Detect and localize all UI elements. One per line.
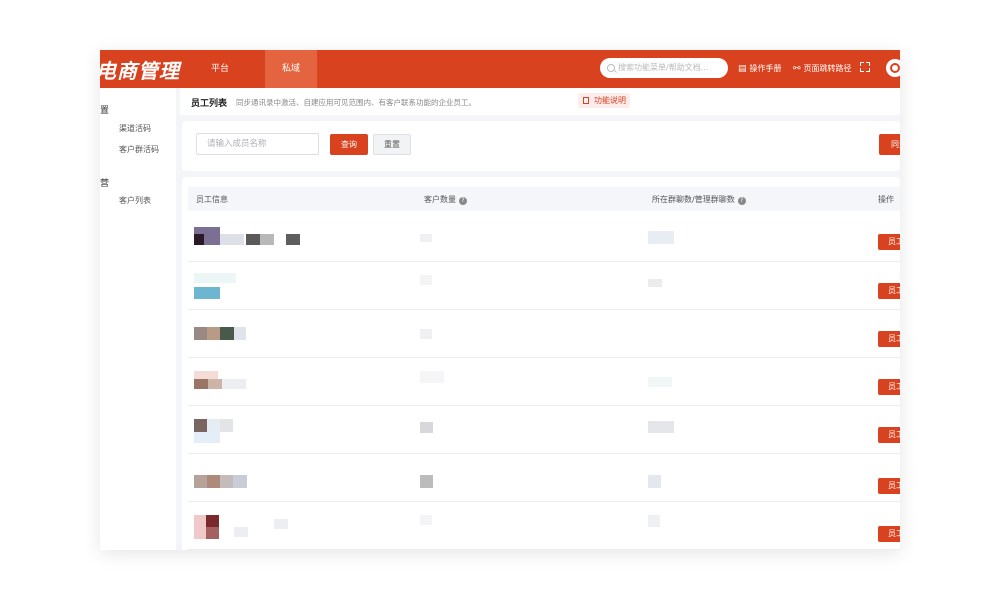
search-icon: [607, 64, 615, 72]
employee-table: 员工信息 客户数量? 所在群聊数/管理群聊数? 操作 员工: [182, 177, 900, 550]
group-count-redacted: [648, 377, 672, 387]
table-row: 员工: [188, 309, 900, 358]
sidebar-item-group-qrcode[interactable]: 客户群活码: [119, 144, 159, 155]
col-customer-count: 客户数量?: [424, 194, 467, 205]
col-group-count: 所在群聊数/管理群聊数?: [652, 194, 746, 205]
row-action-button[interactable]: 员工: [878, 283, 900, 299]
book-icon: [583, 97, 589, 104]
query-button[interactable]: 查询: [330, 134, 368, 155]
row-action-button[interactable]: 员工: [878, 331, 900, 347]
customer-count-redacted: [420, 329, 432, 339]
table-row: 员工: [188, 453, 900, 502]
fullscreen-icon[interactable]: [860, 62, 870, 72]
table-row: 员工: [188, 357, 900, 406]
member-name-input[interactable]: 请输入成员名称: [196, 133, 319, 155]
page-header: 员工列表 同步通讯录中激活、自建应用可见范围内、有客户联系功能的企业员工。 功能…: [180, 88, 900, 115]
help-icon[interactable]: ?: [459, 197, 467, 205]
row-action-button[interactable]: 员工: [878, 234, 900, 250]
page-description: 同步通讯录中激活、自建应用可见范围内、有客户联系功能的企业员工。: [236, 98, 476, 107]
customer-count-redacted: [420, 234, 432, 242]
link-icon: ⚯: [793, 64, 801, 74]
document-icon: ▤: [738, 64, 747, 74]
sidebar-item-channel-qrcode[interactable]: 渠道活码: [119, 123, 151, 134]
col-employee-info: 员工信息: [196, 195, 228, 204]
app-window: 电商管理 平台 私域 搜索功能菜单/帮助文档... ▤ 操作手册 ⚯ 页面跳转路径 …: [100, 50, 900, 550]
table-row: 员工: [188, 501, 900, 550]
row-action-button[interactable]: 员工: [878, 526, 900, 542]
col-actions: 操作: [878, 195, 894, 204]
filter-panel: 请输入成员名称 查询 重置 同步: [182, 121, 900, 171]
group-count-redacted: [648, 231, 674, 244]
row-action-button[interactable]: 员工: [878, 379, 900, 395]
sidebar-group-config: 置: [100, 106, 110, 116]
group-count-redacted: [648, 421, 674, 433]
user-avatar[interactable]: [886, 59, 900, 77]
reset-button[interactable]: 重置: [373, 134, 411, 155]
row-action-button[interactable]: 员工: [878, 478, 900, 494]
table-row: 员工: [188, 213, 900, 262]
customer-count-redacted: [420, 371, 444, 383]
sidebar-item-customer-list[interactable]: 客户列表: [119, 195, 151, 206]
sync-button[interactable]: 同步: [879, 134, 900, 155]
app-logo: 电商管理: [100, 59, 180, 83]
table-header: 员工信息 客户数量? 所在群聊数/管理群聊数? 操作: [188, 187, 900, 211]
customer-count-redacted: [420, 515, 432, 525]
menu-search-input[interactable]: 搜索功能菜单/帮助文档...: [600, 58, 728, 78]
manual-link[interactable]: ▤ 操作手册: [738, 63, 782, 74]
customer-count-redacted: [420, 275, 432, 285]
row-action-button[interactable]: 员工: [878, 427, 900, 443]
customer-count-redacted: [420, 422, 433, 433]
search-placeholder: 搜索功能菜单/帮助文档...: [618, 63, 709, 72]
table-row: 员工: [188, 261, 900, 310]
customer-count-redacted: [420, 475, 433, 488]
table-row: 员工: [188, 405, 900, 454]
function-help-link[interactable]: 功能说明: [578, 93, 630, 108]
help-icon[interactable]: ?: [737, 197, 746, 205]
page-title: 员工列表: [191, 99, 228, 109]
nav-tab-private-domain[interactable]: 私域: [265, 50, 317, 88]
nav-tab-platform[interactable]: 平台: [194, 50, 246, 88]
sidebar-group-operations: 营: [100, 179, 110, 189]
top-nav-bar: 电商管理 平台 私域 搜索功能菜单/帮助文档... ▤ 操作手册 ⚯ 页面跳转路径: [100, 50, 900, 88]
group-count-redacted: [648, 515, 660, 527]
group-count-redacted: [648, 279, 662, 287]
sidebar: 置 渠道活码 客户群活码 营 客户列表: [100, 88, 176, 550]
page-path-link[interactable]: ⚯ 页面跳转路径: [793, 63, 852, 74]
group-count-redacted: [648, 475, 661, 488]
